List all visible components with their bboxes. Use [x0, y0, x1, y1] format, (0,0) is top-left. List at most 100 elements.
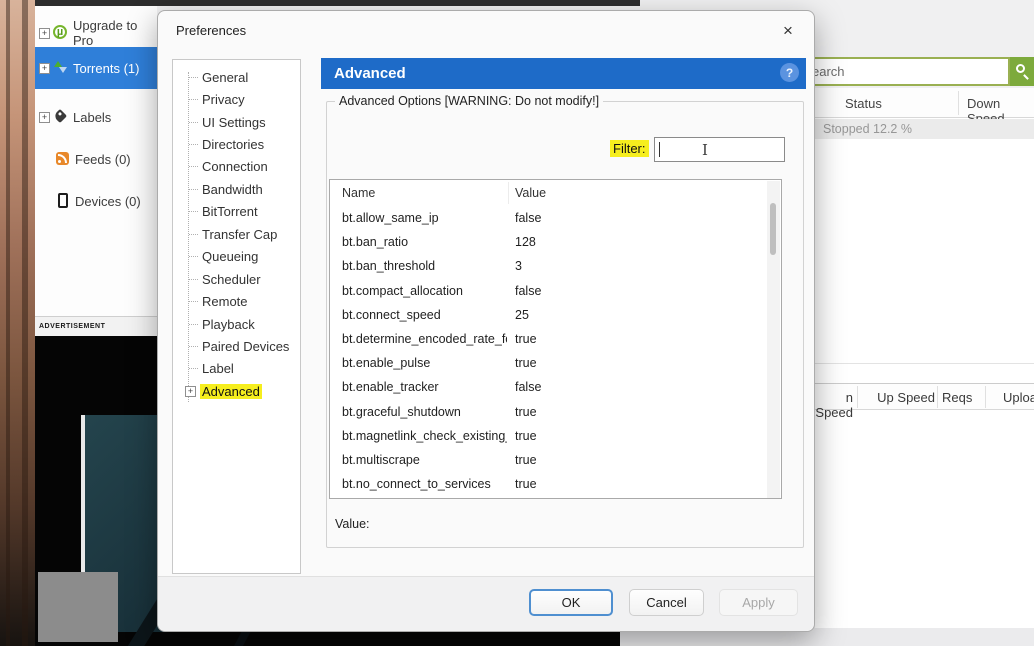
expand-icon[interactable]: + [39, 112, 50, 123]
table-row[interactable]: bt.determine_encoded_rate_fo...true [330, 328, 767, 352]
table-row[interactable]: bt.enable_pulsetrue [330, 352, 767, 376]
dialog-title: Preferences [176, 23, 246, 38]
column-divider[interactable] [958, 91, 959, 115]
tree-item-privacy[interactable]: Privacy [173, 88, 302, 110]
expand-icon[interactable]: + [185, 386, 196, 397]
advertisement-header: ADVERTISEMENT [35, 316, 160, 336]
expand-icon[interactable]: + [39, 28, 50, 39]
table-row[interactable]: bt.connect_speed25 [330, 304, 767, 328]
column-divider[interactable] [857, 386, 858, 408]
column-header-value[interactable]: Value [515, 186, 546, 200]
phone-icon [55, 193, 71, 209]
column-header-down-speed-truncated[interactable]: n Speed [815, 390, 853, 420]
sidebar-item-label: Torrents (1) [73, 61, 139, 76]
details-column-header: n Speed Up Speed Reqs Uploa [815, 384, 1034, 410]
preferences-dialog: Preferences × General Privacy UI Setting… [157, 10, 815, 632]
tree-item-label[interactable]: Label [173, 358, 302, 380]
tree-item-ui-settings[interactable]: UI Settings [173, 111, 302, 133]
sidebar-item-devices[interactable]: Devices (0) [35, 186, 157, 216]
tag-icon [53, 109, 69, 125]
panel-title: Advanced [321, 65, 406, 82]
column-divider[interactable] [937, 386, 938, 408]
text-caret [659, 142, 660, 157]
tree-item-connection[interactable]: Connection [173, 156, 302, 178]
close-icon[interactable]: × [776, 19, 800, 43]
table-row[interactable]: bt.ban_ratio128 [330, 231, 767, 255]
tree-item-general[interactable]: General [173, 66, 302, 88]
value-label: Value: [335, 517, 370, 531]
search-input[interactable]: earch [806, 57, 1010, 86]
table-header: Name Value [330, 180, 781, 206]
groupbox-label: Advanced Options [WARNING: Do not modify… [335, 94, 603, 108]
column-header-up-speed[interactable]: Up Speed [877, 390, 935, 405]
wallpaper-tree [6, 0, 10, 646]
utorrent-sidebar: + µ Upgrade to Pro + Torrents (1) + Labe… [35, 6, 157, 316]
tree-item-scheduler[interactable]: Scheduler [173, 268, 302, 290]
column-divider[interactable] [508, 182, 509, 204]
torrent-row[interactable]: Stopped 12.2 % [815, 119, 1034, 139]
desktop-wallpaper [0, 0, 35, 646]
torrent-list-header: Status Down Speed [815, 88, 1034, 118]
i-beam-cursor: I [699, 142, 711, 158]
sidebar-item-upgrade-to-pro[interactable]: + µ Upgrade to Pro [35, 20, 157, 46]
table-row[interactable]: bt.graceful_shutdowntrue [330, 401, 767, 425]
scrollbar-thumb[interactable] [770, 203, 776, 255]
table-row[interactable]: bt.compact_allocationfalse [330, 280, 767, 304]
pane-divider [815, 363, 1034, 364]
table-row[interactable]: bt.allow_same_ipfalse [330, 207, 767, 231]
tree-item-remote[interactable]: Remote [173, 290, 302, 312]
torrent-status-cell: Stopped 12.2 % [823, 122, 912, 136]
tree-item-bittorrent[interactable]: BitTorrent [173, 201, 302, 223]
column-header-reqs[interactable]: Reqs [942, 390, 972, 405]
table-row[interactable]: bt.no_connect_to_servicestrue [330, 473, 767, 497]
column-header-status[interactable]: Status [845, 96, 882, 111]
help-icon[interactable]: ? [780, 63, 799, 82]
sidebar-item-label: Upgrade to Pro [73, 18, 157, 48]
table-body: bt.allow_same_ipfalse bt.ban_ratio128 bt… [330, 207, 767, 497]
preferences-tree: General Privacy UI Settings Directories … [173, 66, 302, 403]
table-row[interactable]: bt.enable_trackerfalse [330, 376, 767, 400]
search-button[interactable] [1010, 57, 1034, 86]
tree-item-queueing[interactable]: Queueing [173, 246, 302, 268]
tree-item-directories[interactable]: Directories [173, 133, 302, 155]
screen: + µ Upgrade to Pro + Torrents (1) + Labe… [0, 0, 1034, 646]
cancel-button[interactable]: Cancel [629, 589, 704, 616]
ad-gray-box [38, 572, 118, 642]
filter-label: Filter: [610, 140, 649, 157]
column-header-upload-truncated[interactable]: Uploa [1003, 390, 1034, 405]
advanced-options-table: Name Value bt.allow_same_ipfalse bt.ban_… [329, 179, 782, 499]
table-scrollbar[interactable] [767, 181, 780, 499]
tree-item-transfer-cap[interactable]: Transfer Cap [173, 223, 302, 245]
advertisement-label: ADVERTISEMENT [35, 323, 105, 330]
sidebar-item-label: Feeds (0) [75, 152, 131, 167]
sidebar-item-labels[interactable]: + Labels [35, 102, 157, 132]
tree-item-playback[interactable]: Playback [173, 313, 302, 335]
advanced-options-groupbox: Advanced Options [WARNING: Do not modify… [326, 101, 804, 548]
table-row[interactable]: bt.ban_threshold3 [330, 255, 767, 279]
torrents-arrows-icon [53, 60, 69, 76]
column-header-name[interactable]: Name [342, 186, 375, 200]
utorrent-logo-icon: µ [53, 25, 69, 41]
filter-input[interactable]: I [654, 137, 785, 162]
search-icon [1016, 64, 1025, 73]
advanced-panel-header: Advanced ? [321, 58, 806, 89]
tree-item-paired-devices[interactable]: Paired Devices [173, 335, 302, 357]
torrent-list-pane [815, 88, 1034, 628]
dialog-footer: OK Cancel Apply [158, 576, 814, 631]
sidebar-item-feeds[interactable]: Feeds (0) [35, 144, 157, 174]
sidebar-item-label: Devices (0) [75, 194, 141, 209]
tree-item-advanced[interactable]: + Advanced [173, 380, 302, 402]
wallpaper-tree [22, 0, 28, 646]
sidebar-item-label: Labels [73, 110, 111, 125]
sidebar-item-torrents[interactable]: + Torrents (1) [35, 47, 157, 89]
tree-item-bandwidth[interactable]: Bandwidth [173, 178, 302, 200]
apply-button: Apply [719, 589, 798, 616]
search-input-text: earch [812, 64, 845, 79]
rss-icon [55, 151, 71, 167]
preferences-tree-panel: General Privacy UI Settings Directories … [172, 59, 301, 574]
column-divider[interactable] [985, 386, 986, 408]
table-row[interactable]: bt.magnetlink_check_existing_...true [330, 425, 767, 449]
expand-icon[interactable]: + [39, 63, 50, 74]
ok-button[interactable]: OK [529, 589, 613, 616]
table-row[interactable]: bt.multiscrapetrue [330, 449, 767, 473]
